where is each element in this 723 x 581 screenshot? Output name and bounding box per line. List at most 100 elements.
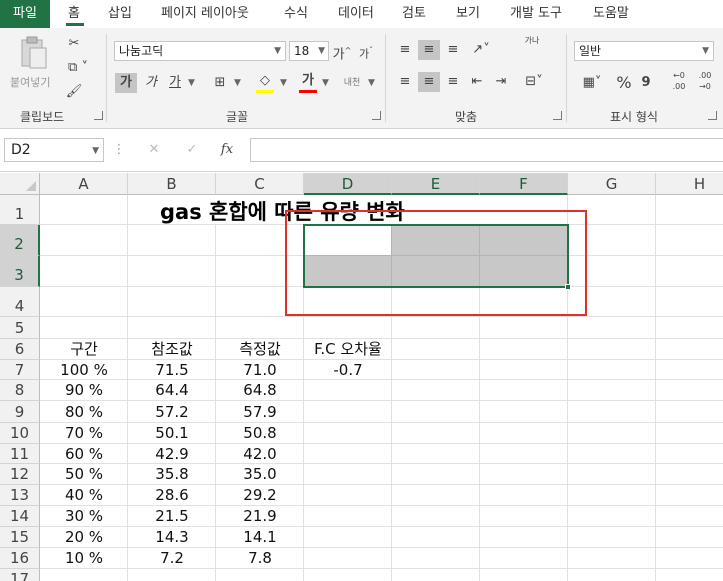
column-header-h[interactable]: H [656,173,723,195]
cell-b11[interactable]: 42.9 [128,444,216,464]
align-right-icon[interactable]: ≡ [442,72,464,92]
cell-b6[interactable]: 참조값 [128,339,216,360]
cell-c12[interactable]: 35.0 [216,464,304,485]
cell-b16[interactable]: 7.2 [128,548,216,569]
number-launcher-icon[interactable] [708,111,717,120]
borders-icon[interactable]: ⊞ [208,73,232,93]
column-header-d[interactable]: D [304,173,392,195]
shrink-font-icon[interactable]: 가ˇ [356,41,376,61]
tab-file[interactable]: 파일 [0,0,50,28]
name-box[interactable]: D2 ▼ [4,138,104,162]
column-header-a[interactable]: A [40,173,128,195]
accounting-format-icon[interactable]: ▦˅ [576,73,608,93]
formula-input[interactable] [250,138,723,162]
cell-a7[interactable]: 100 % [40,360,128,380]
align-center-icon[interactable]: ≡ [418,72,440,92]
cell-a13[interactable]: 40 % [40,485,128,506]
merge-center-icon[interactable]: ⊟˅ [518,72,550,92]
cell-c16[interactable]: 7.8 [216,548,304,569]
cell-c8[interactable]: 64.8 [216,380,304,401]
cell-c14[interactable]: 21.9 [216,506,304,527]
row-header-17[interactable]: 17 [0,569,40,581]
tab-view[interactable]: 보기 [456,4,480,24]
cell-a16[interactable]: 10 % [40,548,128,569]
cell-c11[interactable]: 42.0 [216,444,304,464]
cell-a9[interactable]: 80 % [40,401,128,423]
fill-color-icon[interactable]: ◇ [254,71,276,91]
tab-insert[interactable]: 삽입 [108,4,132,24]
row-header-15[interactable]: 15 [0,527,40,548]
chevron-down-icon[interactable]: ▼ [234,78,241,88]
insert-function-button[interactable]: fx [216,140,238,160]
tab-page-layout[interactable]: 페이지 레이아웃 [161,4,249,24]
grow-font-icon[interactable]: 가^ [332,41,352,62]
increase-indent-icon[interactable]: ⇥ [490,72,512,92]
wrap-text-icon[interactable]: 가나 [520,36,544,64]
cell-a6[interactable]: 구간 [40,339,128,360]
column-header-c[interactable]: C [216,173,304,195]
clipboard-launcher-icon[interactable] [94,111,103,120]
cell-b13[interactable]: 28.6 [128,485,216,506]
alignment-launcher-icon[interactable] [553,111,562,120]
chevron-down-icon[interactable]: ▼ [322,78,329,88]
cell-a1[interactable] [41,195,127,224]
phonetic-icon[interactable]: 내천 [338,73,366,93]
cancel-icon[interactable]: ✕ [144,140,164,160]
cell-a15[interactable]: 20 % [40,527,128,548]
cell-c9[interactable]: 57.9 [216,401,304,423]
tab-data[interactable]: 데이터 [338,4,374,24]
paste-button[interactable]: 붙여넣기 [10,34,54,94]
decrease-decimal-icon[interactable]: .00 →0 [694,70,716,94]
cell-a11[interactable]: 60 % [40,444,128,464]
cell-b9[interactable]: 57.2 [128,401,216,423]
cell-c7[interactable]: 71.0 [216,360,304,380]
cell-b7[interactable]: 71.5 [128,360,216,380]
column-header-b[interactable]: B [128,173,216,195]
cell-b14[interactable]: 21.5 [128,506,216,527]
row-header-13[interactable]: 13 [0,485,40,506]
cell-c10[interactable]: 50.8 [216,423,304,444]
percent-button[interactable]: % [614,73,634,93]
row-header-8[interactable]: 8 [0,380,40,401]
cell-d7[interactable]: -0.7 [304,360,392,380]
align-left-icon[interactable]: ≡ [394,72,416,92]
tab-developer[interactable]: 개발 도구 [510,4,562,24]
align-bottom-icon[interactable]: ≡ [442,40,464,60]
align-top-icon[interactable]: ≡ [394,40,416,60]
column-header-g[interactable]: G [568,173,656,195]
row-header-1[interactable]: 1 [0,195,40,225]
column-header-e[interactable]: E [392,173,480,195]
decrease-indent-icon[interactable]: ⇤ [466,72,488,92]
chevron-down-icon[interactable]: ▼ [188,78,195,88]
row-header-3[interactable]: 3 [0,256,40,287]
underline-button[interactable]: 가 [164,73,186,93]
row-header-6[interactable]: 6 [0,339,40,360]
font-name-select[interactable]: 나눔고딕 ▼ [114,41,286,61]
font-size-select[interactable]: 18 ▼ [289,41,329,61]
row-header-2[interactable]: 2 [0,225,40,256]
font-color-button[interactable]: 가 [297,71,319,91]
cell-b12[interactable]: 35.8 [128,464,216,485]
tab-formulas[interactable]: 수식 [284,4,308,24]
cell-c6[interactable]: 측정값 [216,339,304,360]
cell-b8[interactable]: 64.4 [128,380,216,401]
tab-home[interactable]: 홈 [68,4,80,24]
cell-a14[interactable]: 30 % [40,506,128,527]
column-header-f[interactable]: F [480,173,568,195]
bold-button[interactable]: 가 [115,73,137,93]
row-header-14[interactable]: 14 [0,506,40,527]
row-header-16[interactable]: 16 [0,548,40,569]
copy-icon[interactable]: ⧉ ˅ [64,58,92,78]
orientation-icon[interactable]: ↗˅ [466,40,496,60]
row-header-5[interactable]: 5 [0,317,40,339]
chevron-down-icon[interactable]: ▼ [368,78,375,88]
cell-b10[interactable]: 50.1 [128,423,216,444]
cell-c15[interactable]: 14.1 [216,527,304,548]
cell-a8[interactable]: 90 % [40,380,128,401]
cell-a12[interactable]: 50 % [40,464,128,485]
chevron-down-icon[interactable]: ▼ [280,78,287,88]
select-all-corner[interactable] [0,173,40,195]
cell-d6[interactable]: F.C 오차율 [304,339,392,360]
row-header-10[interactable]: 10 [0,423,40,444]
row-header-4[interactable]: 4 [0,287,40,317]
